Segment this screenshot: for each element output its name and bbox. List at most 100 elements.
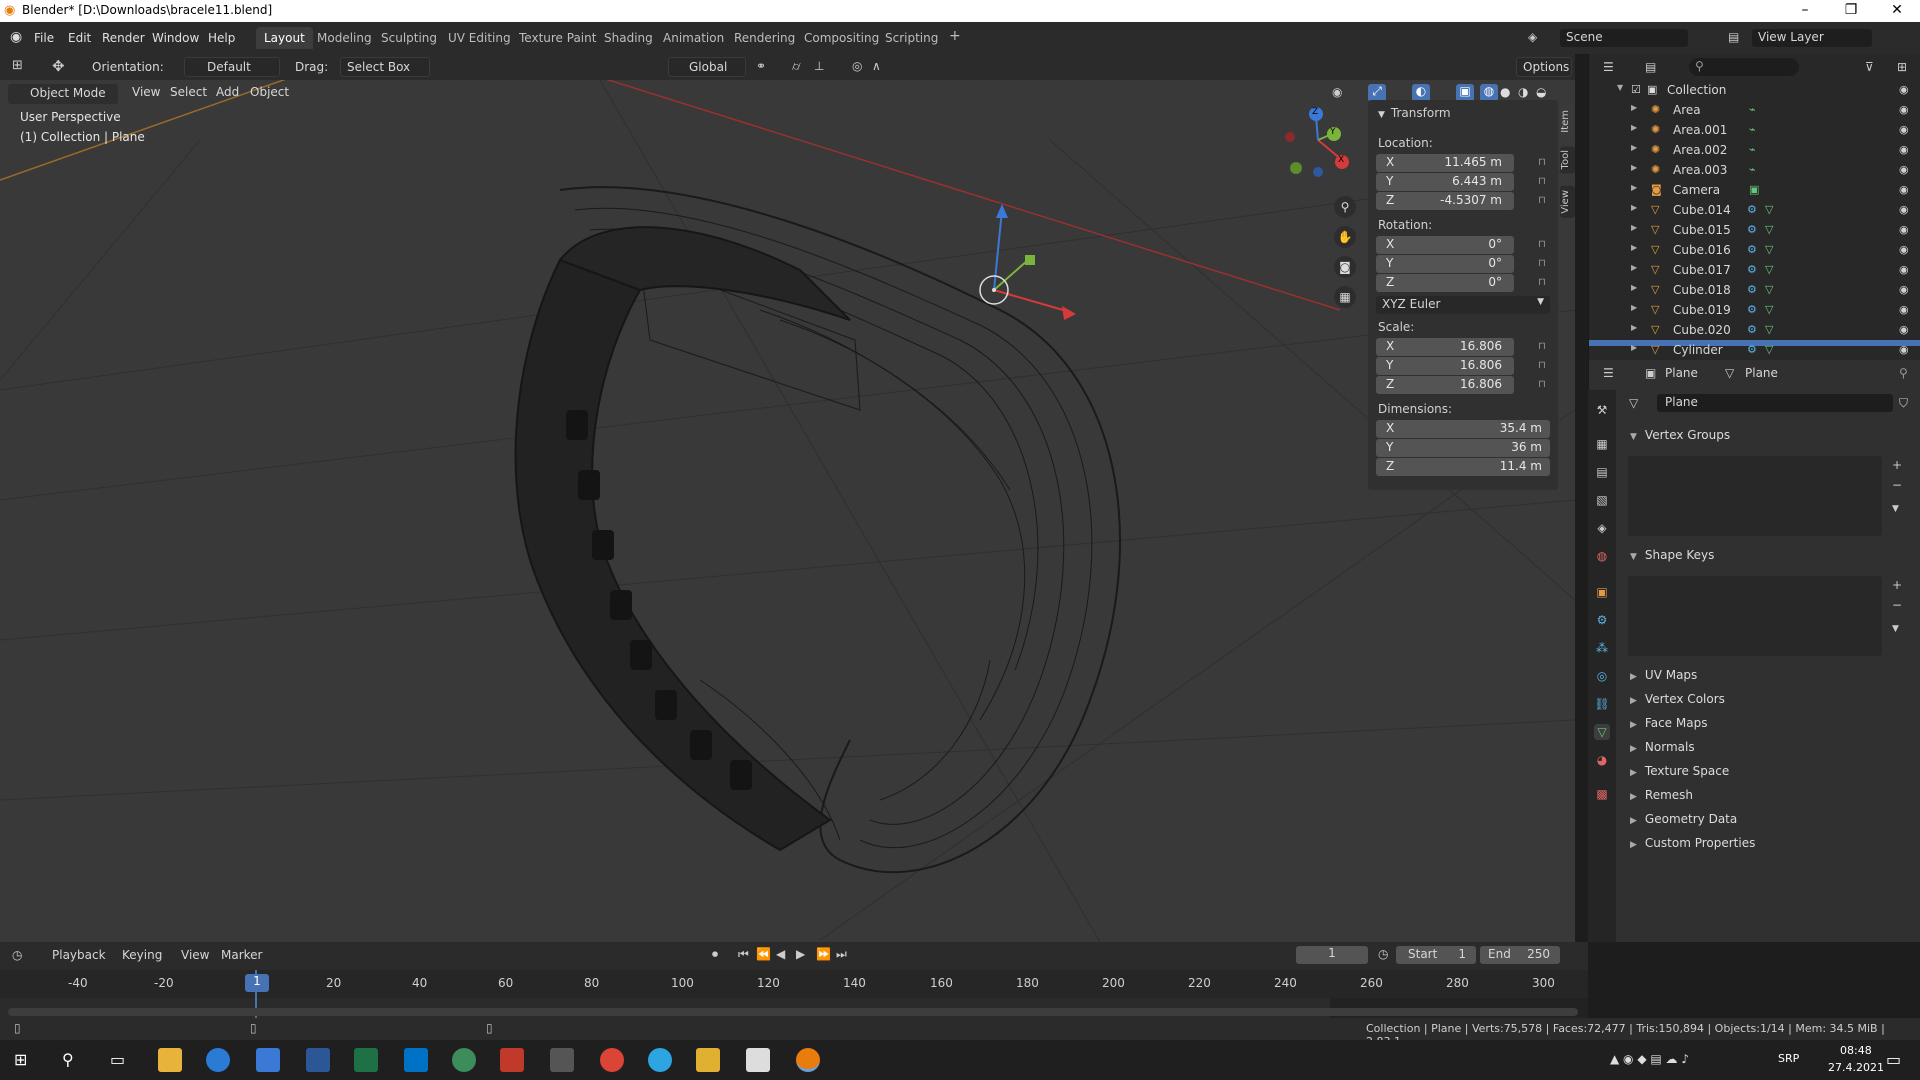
- start-frame-field[interactable]: Start 1: [1396, 946, 1476, 964]
- section-vertex-colors[interactable]: ▶ Vertex Colors: [1630, 692, 1725, 706]
- section-shape-keys[interactable]: ▼ Shape Keys: [1630, 548, 1714, 562]
- constraints-tab-icon[interactable]: ⛓: [1594, 696, 1610, 712]
- jump-end-button[interactable]: ⏭: [836, 947, 847, 962]
- 3d-viewport[interactable]: X Y Z User Perspective (1) Collection | …: [0, 80, 1575, 942]
- rendered-shading-icon[interactable]: ◒: [1536, 85, 1546, 99]
- add-vertex-group-button[interactable]: +: [1892, 458, 1902, 472]
- tab-item[interactable]: Item: [1560, 106, 1575, 137]
- camera-view-icon[interactable]: ◙: [1334, 256, 1356, 278]
- outliner-row[interactable]: ▶ ▽ Cube.019 ⚙ ▽ ◉: [1589, 300, 1920, 320]
- windows-start-icon[interactable]: ⊞: [14, 1050, 27, 1069]
- rotation-x-field[interactable]: X 0°: [1376, 236, 1514, 254]
- mesh-data-tab-icon[interactable]: ▽: [1594, 724, 1610, 740]
- scene-tab-icon[interactable]: ◈: [1594, 520, 1610, 536]
- rotation-mode-dropdown[interactable]: XYZ Euler ▼: [1376, 296, 1550, 314]
- file-explorer-icon[interactable]: [158, 1048, 182, 1072]
- expand-triangle-icon[interactable]: ▶: [1631, 183, 1637, 192]
- menu-help[interactable]: Help: [208, 31, 235, 45]
- outliner-row[interactable]: ▶ ◙ Camera ▣ ◉: [1589, 180, 1920, 200]
- transform-header[interactable]: ▼ Transform: [1378, 106, 1451, 120]
- scale-z-field[interactable]: Z 16.806: [1376, 376, 1514, 394]
- eye-icon[interactable]: ◉: [1899, 163, 1909, 176]
- eye-icon[interactable]: ◉: [1899, 263, 1909, 276]
- clock-date[interactable]: 27.4.2021: [1828, 1061, 1884, 1074]
- view-layer-tab-icon[interactable]: ▧: [1594, 492, 1610, 508]
- modifier-tab-icon[interactable]: ⚙: [1594, 612, 1610, 628]
- material-shading-icon[interactable]: ◑: [1518, 85, 1528, 99]
- menu-window[interactable]: Window: [152, 31, 199, 45]
- modifier-icon[interactable]: ⚙: [1747, 223, 1757, 236]
- mesh-data-icon[interactable]: ▽: [1765, 283, 1773, 296]
- view-layer-selector[interactable]: View Layer: [1752, 29, 1872, 47]
- game-app-icon[interactable]: [500, 1048, 524, 1072]
- rotation-z-field[interactable]: Z 0°: [1376, 274, 1514, 292]
- lock-icon[interactable]: ⊓: [1538, 341, 1550, 353]
- transform-orientation-dropdown[interactable]: Global: [668, 57, 746, 77]
- visibility-icon[interactable]: ◉: [1332, 85, 1342, 99]
- lock-icon[interactable]: ⊓: [1538, 176, 1550, 188]
- tab-compositing[interactable]: Compositing: [796, 27, 887, 49]
- outliner-item-name[interactable]: Area.003: [1673, 163, 1727, 177]
- eye-icon[interactable]: ◉: [1899, 343, 1909, 356]
- telegram-icon[interactable]: [648, 1048, 672, 1072]
- expand-triangle-icon[interactable]: ▶: [1631, 283, 1637, 292]
- zoom-icon[interactable]: ⚲: [1334, 196, 1356, 218]
- orientation-dropdown[interactable]: Default: [184, 57, 280, 77]
- tab-sculpting[interactable]: Sculpting: [373, 27, 445, 49]
- transform-tool-icon[interactable]: ✥: [52, 57, 65, 75]
- light-data-icon[interactable]: ⌁: [1749, 123, 1756, 136]
- outliner-row[interactable]: ▶ ✺ Area.002 ⌁ ◉: [1589, 140, 1920, 160]
- lock-icon[interactable]: ⊓: [1538, 379, 1550, 391]
- menu-edit[interactable]: Edit: [68, 31, 91, 45]
- eye-icon[interactable]: ◉: [1899, 83, 1909, 96]
- tab-shading[interactable]: Shading: [596, 27, 661, 49]
- eye-icon[interactable]: ◉: [1899, 243, 1909, 256]
- eye-icon[interactable]: ◉: [1899, 183, 1909, 196]
- light-data-icon[interactable]: ⌁: [1749, 103, 1756, 116]
- eye-icon[interactable]: ◉: [1899, 123, 1909, 136]
- menu-keying[interactable]: Keying: [122, 948, 162, 962]
- globe-app-icon[interactable]: [452, 1048, 476, 1072]
- outliner-editor-icon[interactable]: ☰: [1603, 60, 1614, 74]
- mesh-data-icon[interactable]: ▽: [1765, 243, 1773, 256]
- clock-icon[interactable]: ◷: [1378, 947, 1388, 961]
- pin-icon[interactable]: ⚲: [1899, 366, 1908, 380]
- vertex-group-menu-icon[interactable]: ▼: [1892, 504, 1899, 514]
- snap-icon[interactable]: ⌭: [792, 59, 801, 74]
- mesh-datablock-icon[interactable]: ▽: [1629, 396, 1638, 410]
- outliner-row[interactable]: ▶ ▽ Cube.016 ⚙ ▽ ◉: [1589, 240, 1920, 260]
- checkbox-icon[interactable]: ☑: [1631, 83, 1641, 96]
- options-dropdown[interactable]: Options: [1516, 57, 1572, 77]
- world-tab-icon[interactable]: ◍: [1594, 548, 1610, 564]
- texture-tab-icon[interactable]: ▩: [1594, 786, 1610, 802]
- modifier-icon[interactable]: ⚙: [1747, 343, 1757, 356]
- expand-triangle-icon[interactable]: ▶: [1631, 143, 1637, 152]
- expand-triangle-icon[interactable]: ▶: [1631, 303, 1637, 312]
- outliner-row[interactable]: ▶ ✺ Area.003 ⌁ ◉: [1589, 160, 1920, 180]
- gizmo-x-label[interactable]: X: [1338, 155, 1344, 165]
- scene-icon[interactable]: ◈: [1528, 30, 1537, 44]
- end-frame-field[interactable]: End 250: [1480, 946, 1560, 964]
- task-view-icon[interactable]: ▭: [110, 1050, 125, 1069]
- snap-target-icon[interactable]: ⊥: [814, 59, 824, 73]
- clock-time[interactable]: 08:48: [1840, 1044, 1872, 1057]
- eye-icon[interactable]: ◉: [1899, 283, 1909, 296]
- blender-menu-icon[interactable]: ◉: [10, 29, 22, 45]
- add-shape-key-button[interactable]: +: [1892, 578, 1902, 592]
- blender-taskbar-icon[interactable]: [796, 1048, 820, 1072]
- lock-icon[interactable]: ⊓: [1538, 239, 1550, 251]
- jump-start-button[interactable]: ⏮: [738, 947, 749, 962]
- outliner-item-name[interactable]: Cube.015: [1673, 223, 1731, 237]
- menu-timeline-view[interactable]: View: [181, 948, 209, 962]
- modifier-icon[interactable]: ⚙: [1747, 303, 1757, 316]
- outliner-item-name[interactable]: Area.001: [1673, 123, 1727, 137]
- gizmo-y-label[interactable]: Y: [1330, 127, 1336, 137]
- pan-hand-icon[interactable]: ✋: [1334, 226, 1356, 248]
- tab-layout[interactable]: Layout: [256, 27, 313, 49]
- dimensions-y-field[interactable]: Y 36 m: [1376, 439, 1550, 457]
- eye-icon[interactable]: ◉: [1899, 203, 1909, 216]
- proportional-edit-icon[interactable]: ◎: [852, 59, 862, 73]
- expand-triangle-icon[interactable]: ▶: [1631, 223, 1637, 232]
- section-face-maps[interactable]: ▶ Face Maps: [1630, 716, 1707, 730]
- modifier-icon[interactable]: ⚙: [1747, 203, 1757, 216]
